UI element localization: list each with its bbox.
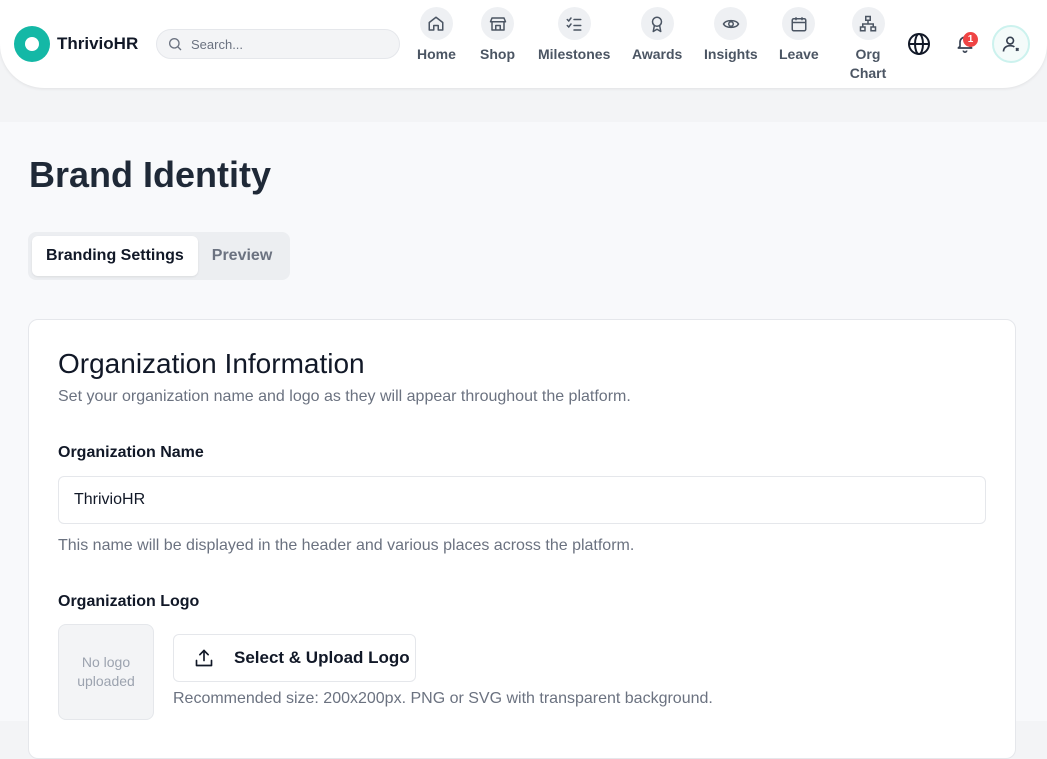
nav-label-shop: Shop	[480, 46, 515, 62]
upload-logo-label: Select & Upload Logo	[234, 648, 410, 667]
checklist-icon	[557, 7, 591, 40]
org-chart-icon	[851, 7, 885, 40]
tab-list: Branding Settings Preview	[28, 232, 291, 280]
avatar[interactable]	[992, 25, 1030, 63]
main-content: Brand Identity Branding Settings Preview…	[0, 122, 1047, 759]
user-icon	[1002, 36, 1020, 52]
award-icon	[640, 7, 674, 40]
nav-label-home: Home	[417, 46, 456, 62]
brand-name: ThrivioHR	[57, 34, 139, 53]
brand[interactable]: ThrivioHR	[14, 26, 138, 62]
upload-logo-button[interactable]: Select & Upload Logo	[173, 634, 416, 682]
home-icon	[419, 7, 453, 40]
search-icon	[169, 38, 182, 51]
nav-item-org-chart[interactable]: Org Chart	[848, 7, 888, 83]
card-title: Organization Information	[58, 348, 365, 379]
organization-name-label: Organization Name	[58, 444, 204, 461]
brand-logo-icon	[14, 26, 50, 62]
logo-placeholder: No logo uploaded	[58, 624, 154, 720]
nav-item-leave[interactable]: Leave	[779, 7, 819, 64]
nav-label-org-chart: Org Chart	[849, 46, 887, 81]
nav-item-home[interactable]: Home	[417, 7, 456, 64]
upload-logo-help: Recommended size: 200x200px. PNG or SVG …	[173, 690, 713, 707]
organization-info-card: Organization Information Set your organi…	[28, 319, 1016, 759]
page-title: Brand Identity	[29, 154, 272, 195]
search-box[interactable]	[156, 29, 400, 59]
upload-icon	[195, 649, 213, 667]
nav-item-awards[interactable]: Awards	[632, 7, 682, 64]
globe-icon[interactable]	[907, 32, 931, 61]
organization-logo-label: Organization Logo	[58, 593, 200, 610]
nav-item-shop[interactable]: Shop	[480, 7, 515, 64]
calendar-icon	[782, 7, 816, 40]
search-input[interactable]	[191, 36, 391, 52]
nav-label-leave: Leave	[779, 46, 819, 62]
card-description: Set your organization name and logo as t…	[58, 388, 631, 405]
store-icon	[481, 7, 514, 40]
nav-label-awards: Awards	[632, 46, 683, 62]
nav-label-insights: Insights	[704, 46, 758, 62]
nav-item-milestones[interactable]: Milestones	[538, 7, 610, 64]
tab-preview[interactable]: Preview	[198, 236, 286, 276]
tab-branding-settings[interactable]: Branding Settings	[32, 236, 198, 276]
notification-badge: 1	[963, 32, 978, 47]
organization-name-input[interactable]	[58, 476, 986, 524]
nav-item-insights[interactable]: Insights	[704, 7, 758, 64]
organization-name-help: This name will be displayed in the heade…	[58, 537, 635, 554]
top-navigation-bar: ThrivioHR Home Shop Milestones Awards In…	[0, 0, 1047, 88]
nav-label-milestones: Milestones	[538, 46, 611, 62]
eye-icon	[714, 7, 748, 40]
